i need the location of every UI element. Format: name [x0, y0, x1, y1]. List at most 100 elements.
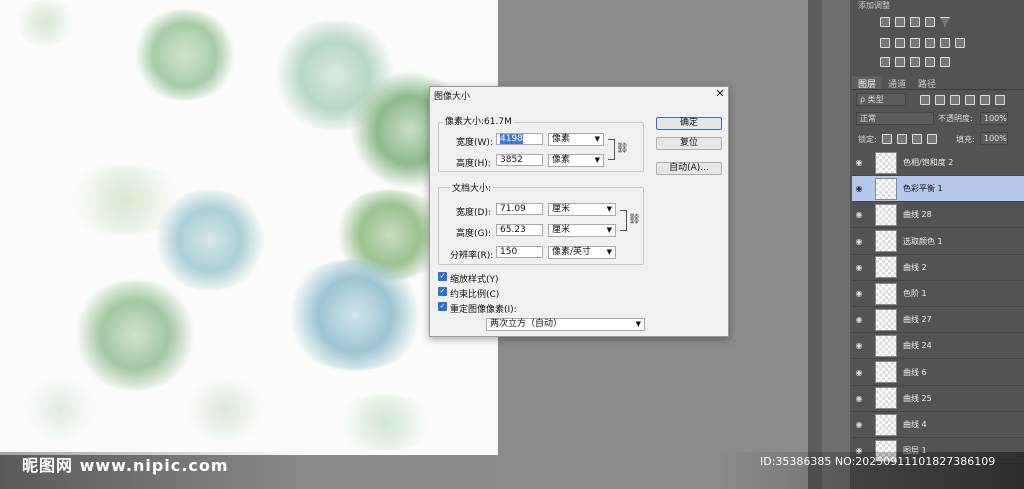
tab-channels[interactable]: 通道 — [882, 76, 912, 90]
resample-method-select[interactable]: 两次立方（自动） ▼ — [486, 318, 645, 331]
chain-link-icon: ⛓ — [616, 143, 629, 154]
layer-thumbnail — [875, 230, 897, 253]
layer-thumbnail — [875, 151, 897, 174]
layer-thumbnail — [875, 387, 897, 410]
opacity-label: 不透明度: — [938, 114, 973, 123]
threshold-icon[interactable] — [910, 57, 920, 67]
doc-width-unit-select[interactable]: 厘米 ▼ — [548, 203, 616, 216]
black-white-icon[interactable] — [910, 38, 920, 48]
lock-pixels-icon[interactable] — [897, 134, 907, 144]
layer-thumbnail — [875, 413, 897, 436]
lock-transparent-icon[interactable] — [882, 134, 892, 144]
layer-name: 曲线 27 — [903, 315, 932, 325]
eye-icon[interactable]: ◉ — [852, 341, 866, 350]
layer-name: 选取颜色 1 — [903, 236, 943, 246]
layer-row[interactable]: ◉ 色相/饱和度 2 — [852, 150, 1024, 176]
resample-checkbox[interactable]: ✓ — [438, 302, 447, 311]
posterize-icon[interactable] — [895, 57, 905, 67]
scale-styles-checkbox[interactable]: ✓ — [438, 272, 447, 281]
image-size-dialog: 图像大小 ✕ 像素大小:61.7M 宽度(W): 4198 像素 ▼ 高度(H):… — [429, 86, 729, 337]
layer-row[interactable]: ◉ 曲线 4 — [852, 412, 1024, 438]
pixel-dimensions-title: 像素大小:61.7M — [443, 114, 514, 127]
levels-icon[interactable] — [895, 17, 905, 27]
exposure-icon[interactable] — [925, 17, 935, 27]
filter-adjustment-icon[interactable] — [935, 95, 945, 105]
blend-mode-select[interactable]: 正常 — [856, 112, 934, 125]
layers-panel-tabs: 图层 通道 路径 — [852, 76, 1024, 90]
constrain-proportions-checkbox[interactable]: ✓ — [438, 287, 447, 296]
doc-width-input[interactable]: 71.09 — [496, 203, 543, 215]
tab-layers[interactable]: 图层 — [852, 76, 883, 90]
layer-name: 色阶 1 — [903, 289, 927, 298]
eye-icon[interactable]: ◉ — [852, 158, 866, 167]
layer-row[interactable]: ◉ 色彩平衡 1 — [852, 176, 1024, 203]
ok-button[interactable]: 确定 — [656, 117, 722, 130]
photo-filter-icon[interactable] — [925, 38, 935, 48]
layer-thumbnail — [875, 334, 897, 357]
doc-width-label: 宽度(D): — [456, 208, 491, 218]
doc-height-unit-select[interactable]: 厘米 ▼ — [548, 224, 616, 237]
eye-icon[interactable]: ◉ — [852, 210, 866, 219]
channel-mixer-icon[interactable] — [940, 38, 950, 48]
invert-icon[interactable] — [880, 57, 890, 67]
layer-name: 曲线 28 — [903, 210, 932, 220]
panel-dock-collapsed — [822, 0, 850, 489]
filter-pixel-icon[interactable] — [920, 95, 930, 105]
layer-filter-select[interactable]: ρ 类型 — [856, 93, 906, 106]
reset-button[interactable]: 复位 — [656, 137, 722, 150]
layer-row[interactable]: ◉ 曲线 27 — [852, 307, 1024, 334]
pixel-height-input[interactable]: 3852 — [496, 154, 543, 166]
curves-icon[interactable] — [910, 17, 920, 27]
pixel-height-unit-select[interactable]: 像素 ▼ — [548, 154, 604, 167]
filter-toggle-icon[interactable] — [995, 95, 1005, 105]
resolution-input[interactable]: 150 — [496, 246, 543, 258]
layer-row[interactable]: ◉ 曲线 2 — [852, 255, 1024, 281]
eye-icon[interactable]: ◉ — [852, 420, 866, 429]
vibrance-icon[interactable] — [940, 17, 950, 27]
layer-row[interactable]: ◉ 选取颜色 1 — [852, 229, 1024, 255]
fill-input[interactable]: 100% — [980, 132, 1008, 145]
gradient-map-icon[interactable] — [925, 57, 935, 67]
layer-row[interactable]: ◉ 曲线 25 — [852, 386, 1024, 412]
hue-saturation-icon[interactable] — [880, 38, 890, 48]
eye-icon[interactable]: ◉ — [852, 394, 866, 403]
layer-name: 曲线 24 — [903, 341, 932, 351]
layer-row[interactable]: ◉ 曲线 28 — [852, 202, 1024, 229]
pixel-link-bracket — [608, 139, 615, 160]
doc-height-label: 高度(G): — [456, 229, 492, 239]
resolution-label: 分辨率(R): — [450, 251, 494, 261]
eye-icon[interactable]: ◉ — [852, 368, 866, 377]
pixel-width-input[interactable]: 4198 — [496, 133, 543, 145]
color-balance-icon[interactable] — [895, 38, 905, 48]
pixel-width-unit-select[interactable]: 像素 ▼ — [548, 133, 604, 146]
selective-color-icon[interactable] — [940, 57, 950, 67]
pixel-width-label: 宽度(W): — [456, 138, 493, 148]
color-lookup-icon[interactable] — [955, 38, 965, 48]
document-canvas[interactable] — [0, 0, 498, 455]
lock-all-icon[interactable] — [927, 134, 937, 144]
layer-row[interactable]: ◉ 曲线 6 — [852, 360, 1024, 386]
lily-blob — [150, 190, 270, 290]
eye-icon[interactable]: ◉ — [852, 315, 866, 324]
layer-row[interactable]: ◉ 色阶 1 — [852, 281, 1024, 307]
tab-paths[interactable]: 路径 — [912, 76, 942, 90]
filter-shape-icon[interactable] — [965, 95, 975, 105]
brightness-icon[interactable] — [880, 17, 890, 27]
doc-height-input[interactable]: 65.23 — [496, 224, 543, 236]
lily-blob — [330, 395, 440, 450]
eye-icon[interactable]: ◉ — [852, 237, 866, 246]
lock-position-icon[interactable] — [912, 134, 922, 144]
layer-row[interactable]: ◉ 曲线 24 — [852, 333, 1024, 360]
adjustments-row-3 — [880, 57, 950, 67]
auto-button[interactable]: 自动(A)... — [656, 162, 722, 175]
eye-icon[interactable]: ◉ — [852, 263, 866, 272]
lily-blob — [130, 10, 240, 100]
filter-smart-object-icon[interactable] — [980, 95, 990, 105]
adjustments-row-1 — [880, 17, 950, 27]
eye-icon[interactable]: ◉ — [852, 184, 866, 193]
filter-type-icon[interactable] — [950, 95, 960, 105]
close-icon[interactable]: ✕ — [712, 87, 728, 101]
eye-icon[interactable]: ◉ — [852, 289, 866, 298]
opacity-input[interactable]: 100% — [980, 112, 1008, 125]
resolution-unit-select[interactable]: 像素/英寸 ▼ — [548, 246, 616, 259]
